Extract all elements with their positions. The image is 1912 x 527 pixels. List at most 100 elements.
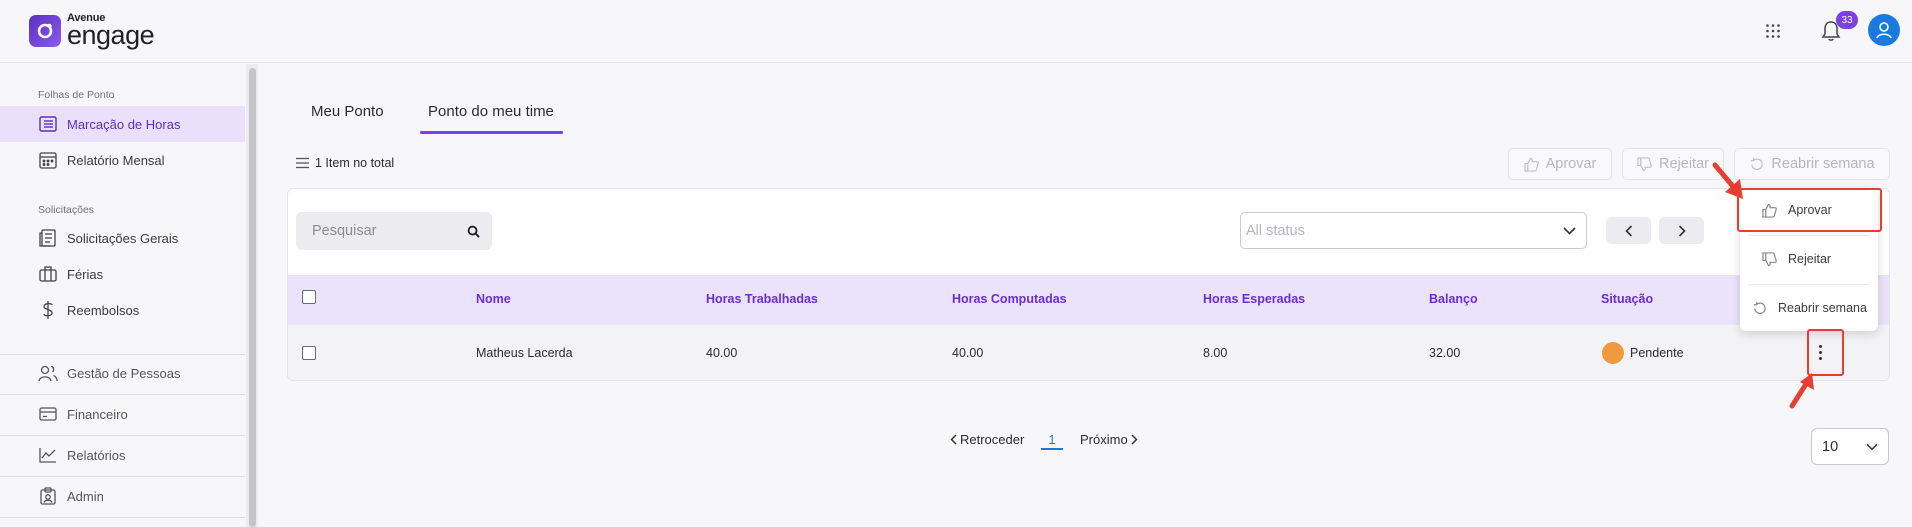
col-horas-trabalhadas[interactable]: Horas Trabalhadas: [706, 292, 818, 306]
tab-ponto-do-meu-time[interactable]: Ponto do meu time: [428, 103, 554, 133]
sidebar-item-label: Admin: [67, 488, 104, 504]
apps-grid-icon[interactable]: [1759, 17, 1787, 45]
sidebar-scrollbar-thumb[interactable]: [249, 68, 256, 527]
approve-button[interactable]: Aprovar: [1508, 148, 1612, 180]
timesheet-icon: [38, 114, 58, 134]
sidebar-item-label: Relatórios: [67, 447, 126, 463]
col-horas-esperadas[interactable]: Horas Esperadas: [1203, 292, 1305, 306]
sidebar-divider: [0, 394, 245, 395]
search-icon: [467, 225, 480, 238]
cell-horas-esperadas: 8.00: [1203, 346, 1228, 360]
cell-situacao: Pendente: [1630, 346, 1684, 360]
thumbs-down-icon: [1637, 156, 1652, 171]
chevron-down-icon: [1563, 226, 1576, 235]
search-input[interactable]: Pesquisar: [296, 212, 492, 250]
menu-item-label: Rejeitar: [1788, 252, 1832, 266]
reject-button[interactable]: Rejeitar: [1622, 148, 1724, 180]
line-chart-icon: [38, 445, 58, 465]
reopen-icon: [1751, 157, 1764, 170]
menu-separator: [1748, 235, 1870, 236]
reopen-icon: [1753, 301, 1766, 314]
annotation-arrow-up-icon: [1789, 373, 1814, 409]
sidebar-item-solicitacoes-gerais[interactable]: Solicitações Gerais: [0, 220, 245, 256]
credit-card-icon: [38, 404, 58, 424]
status-placeholder: All status: [1246, 222, 1305, 239]
tab-meu-ponto[interactable]: Meu Ponto: [311, 103, 384, 133]
sidebar-item-relatorios[interactable]: Relatórios: [0, 437, 245, 473]
menu-item-reabrir-semana[interactable]: Reabrir semana: [1740, 286, 1878, 330]
row-checkbox[interactable]: [302, 346, 316, 360]
sidebar-item-relatorio-mensal[interactable]: Relatório Mensal: [0, 142, 245, 178]
chevron-left-icon: [1624, 224, 1632, 237]
sidebar-item-marcacao[interactable]: Marcação de Horas: [0, 106, 245, 142]
reopen-week-button[interactable]: Reabrir semana: [1734, 148, 1890, 180]
sidebar-item-label: Férias: [67, 266, 104, 282]
team-timesheet-card: Pesquisar All status Nome Horas Trabalha…: [287, 188, 1890, 381]
section-folhas-de-ponto: Folhas de Ponto: [38, 89, 115, 101]
sidebar-item-label: Relatório Mensal: [67, 152, 165, 168]
page-size-select[interactable]: 10: [1811, 428, 1889, 465]
table-row: Matheus Lacerda 40.00 40.00 8.00 32.00 P…: [288, 325, 1889, 380]
menu-separator: [1748, 284, 1870, 285]
pagination-prev[interactable]: Retroceder: [950, 432, 1024, 447]
search-placeholder: Pesquisar: [312, 223, 377, 239]
annotation-arrow-down-icon: [1712, 162, 1743, 199]
menu-item-rejeitar[interactable]: Rejeitar: [1740, 237, 1878, 281]
menu-item-label: Reabrir semana: [1778, 301, 1867, 315]
cell-nome: Matheus Lacerda: [476, 346, 573, 360]
section-solicitacoes: Solicitações: [38, 204, 95, 216]
sidebar-item-reembolsos[interactable]: Reembolsos: [0, 292, 245, 328]
chevron-down-icon: [1866, 443, 1878, 450]
list-icon: [296, 157, 309, 169]
col-balanco[interactable]: Balanço: [1429, 292, 1478, 306]
chevron-right-icon: [1678, 224, 1686, 237]
item-total-text: 1 Item no total: [315, 156, 395, 170]
calendar-icon: [38, 150, 58, 170]
sidebar-item-admin[interactable]: Admin: [0, 478, 245, 514]
suitcase-icon: [38, 264, 58, 284]
select-all-checkbox[interactable]: [302, 290, 316, 304]
admin-clipboard-icon: [38, 486, 58, 506]
sidebar-divider: [0, 435, 245, 436]
next-week-button[interactable]: [1659, 217, 1704, 244]
logo-mark-icon: [29, 15, 61, 47]
col-nome[interactable]: Nome: [476, 292, 511, 306]
col-situacao[interactable]: Situação: [1601, 292, 1653, 306]
cell-balanco: 32.00: [1429, 346, 1461, 360]
sidebar-item-label: Marcação de Horas: [67, 116, 181, 132]
document-list-icon: [38, 228, 58, 248]
cell-horas-computadas: 40.00: [952, 346, 984, 360]
notification-badge: 33: [1836, 11, 1858, 29]
sidebar-item-label: Solicitações Gerais: [67, 230, 179, 246]
col-horas-computadas[interactable]: Horas Computadas: [952, 292, 1067, 306]
pagination-next[interactable]: Próximo: [1080, 432, 1138, 447]
item-total: 1 Item no total: [295, 156, 394, 170]
highlight-kebab: [1807, 329, 1844, 376]
highlight-aprovar: [1737, 188, 1882, 232]
sidebar-item-gestao-pessoas[interactable]: Gestão de Pessoas: [0, 355, 245, 391]
sidebar-item-label: Gestão de Pessoas: [67, 365, 181, 381]
people-icon: [38, 363, 58, 383]
thumbs-down-icon: [1762, 251, 1777, 266]
brand-logo[interactable]: Avenue engage: [29, 13, 155, 50]
table-header: Nome Horas Trabalhadas Horas Computadas …: [288, 275, 1889, 325]
sidebar-item-financeiro[interactable]: Financeiro: [0, 396, 245, 432]
dollar-icon: [38, 300, 58, 320]
user-avatar-icon[interactable]: [1868, 14, 1900, 46]
pagination-page-1[interactable]: 1: [1041, 432, 1063, 447]
active-tab-indicator: [420, 131, 563, 134]
chevron-right-icon: [1131, 434, 1138, 445]
sidebar-item-ferias[interactable]: Férias: [0, 256, 245, 292]
top-header: Avenue engage 33: [0, 0, 1912, 63]
sidebar-divider: [0, 476, 245, 477]
thumbs-up-icon: [1523, 157, 1539, 172]
prev-week-button[interactable]: [1606, 217, 1651, 244]
sidebar: Folhas de Ponto Marcação de Horas Relató…: [0, 64, 245, 527]
cell-horas-trabalhadas: 40.00: [706, 346, 738, 360]
sidebar-divider: [0, 517, 245, 518]
status-filter-select[interactable]: All status: [1240, 212, 1587, 249]
chevron-left-icon: [950, 434, 957, 445]
sidebar-item-label: Reembolsos: [67, 302, 140, 318]
brand-big: engage: [67, 20, 155, 50]
sidebar-item-label: Financeiro: [67, 406, 128, 422]
